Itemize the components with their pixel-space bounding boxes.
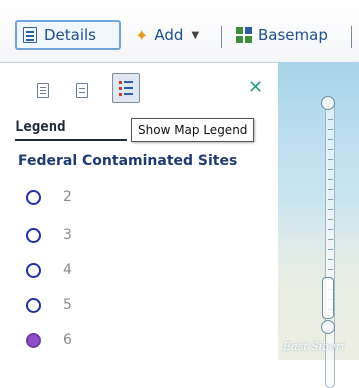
close-icon[interactable]: ✕: [248, 77, 263, 98]
legend-item: 5: [26, 295, 72, 315]
legend-item-label: 3: [63, 227, 72, 243]
contents-icon: [76, 82, 88, 98]
tab-contents[interactable]: [73, 79, 91, 101]
basemap-label: Basemap: [258, 26, 328, 44]
map-land: [278, 202, 359, 360]
zoom-slider-handle[interactable]: [322, 277, 334, 319]
legend-item: 6: [26, 330, 72, 350]
tab-about[interactable]: [34, 79, 52, 101]
filled-circle-icon: [26, 332, 41, 348]
add-button[interactable]: ✦ Add ▼: [135, 20, 199, 50]
tab-legend[interactable]: [112, 73, 140, 103]
toolbar-divider: [221, 26, 222, 48]
tooltip: Show Map Legend: [131, 118, 255, 142]
toolbar-divider: [351, 26, 352, 48]
zoom-out-knob[interactable]: [321, 320, 335, 334]
map-view[interactable]: East Siberi: [278, 62, 359, 388]
hollow-circle-icon: [26, 189, 41, 205]
legend-item-label: 5: [63, 297, 72, 313]
about-icon: [37, 82, 49, 98]
basemap-grid-icon: [236, 27, 252, 43]
legend-item-label: 4: [63, 262, 72, 278]
layer-title: Federal Contaminated Sites: [18, 153, 238, 169]
details-icon: [23, 27, 37, 43]
details-button[interactable]: Details: [15, 20, 121, 50]
legend-item-label: 2: [63, 189, 72, 205]
chevron-down-icon: ▼: [191, 29, 200, 41]
details-panel: ✕ Legend Show Map Legend Federal Contami…: [0, 63, 278, 360]
legend-item: 3: [26, 225, 72, 245]
details-label: Details: [44, 26, 97, 44]
top-toolbar: Details ✦ Add ▼ Basemap: [0, 0, 359, 63]
legend-heading: Legend: [15, 119, 66, 135]
zoom-in-knob[interactable]: [321, 96, 335, 110]
add-label: Add: [154, 26, 184, 44]
legend-item: 4: [26, 260, 72, 280]
hollow-circle-icon: [26, 297, 41, 313]
hollow-circle-icon: [26, 262, 41, 278]
add-layer-icon: ✦: [135, 25, 149, 45]
legend-icon: [119, 80, 133, 96]
map-place-label: East Siberi: [283, 340, 345, 353]
legend-heading-underline: [15, 139, 127, 141]
legend-item-label: 6: [63, 332, 72, 348]
legend-item: 2: [26, 187, 72, 207]
basemap-button[interactable]: Basemap: [236, 20, 328, 50]
hollow-circle-icon: [26, 227, 41, 243]
